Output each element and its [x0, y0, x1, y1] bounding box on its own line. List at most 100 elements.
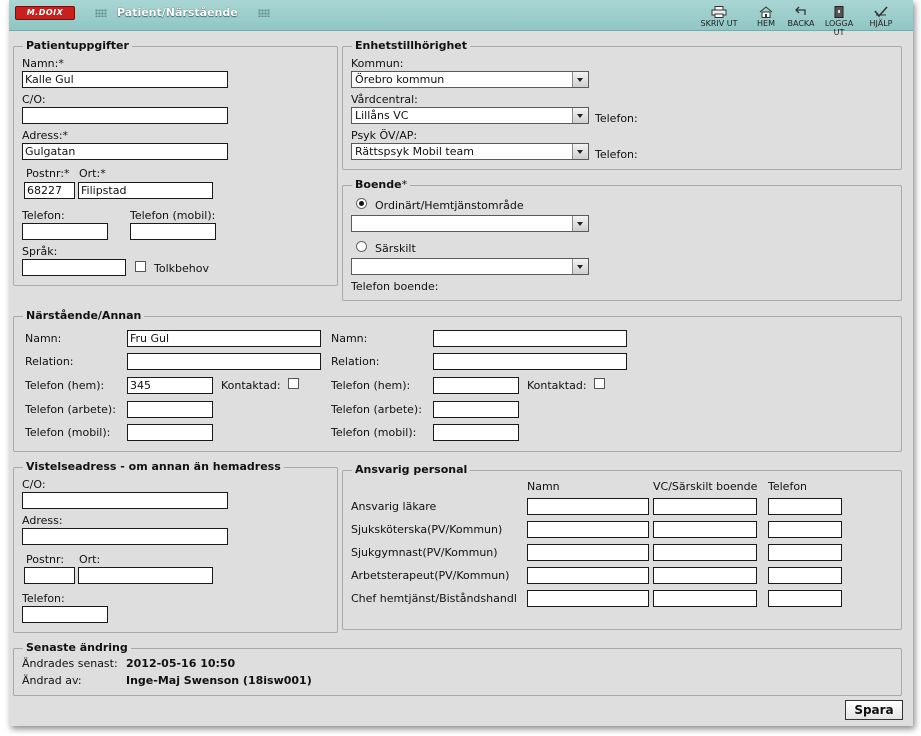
- relative1-work-phone-input[interactable]: [127, 401, 213, 418]
- staff-name-input[interactable]: [527, 590, 649, 607]
- logout-label: LOGGA UT: [824, 19, 854, 37]
- visiting-phone-input[interactable]: [22, 606, 108, 623]
- relative1-name-label: Namn:: [25, 332, 62, 345]
- patient-address-input[interactable]: [22, 143, 228, 160]
- staff-phone-input[interactable]: [768, 590, 842, 607]
- visiting-co-label: C/O:: [22, 478, 46, 491]
- patient-ort-label: Ort:*: [79, 167, 106, 180]
- relative2-mobile-input[interactable]: [433, 424, 519, 441]
- visiting-postnr-input[interactable]: [24, 567, 75, 584]
- chevron-down-icon[interactable]: [572, 216, 588, 231]
- staff-unit-input[interactable]: [653, 498, 757, 515]
- vardcentral-value: Lillåns VC: [355, 109, 409, 122]
- back-label: BACKA: [787, 19, 815, 28]
- grip-icon: [95, 9, 107, 17]
- staff-row-role: Chef hemtjänst/Biståndshandl: [351, 592, 517, 605]
- staff-unit-input[interactable]: [653, 521, 757, 538]
- interpreter-checkbox[interactable]: [135, 261, 146, 272]
- relative2-relation-label: Relation:: [331, 355, 380, 368]
- relative1-name-input[interactable]: [127, 330, 321, 347]
- patient-phone-label: Telefon:: [22, 209, 65, 222]
- grip-icon: [258, 9, 270, 17]
- housing-phone-label: Telefon boende:: [351, 280, 439, 293]
- relative1-home-phone-input[interactable]: [127, 377, 213, 394]
- patient-ort-input[interactable]: [78, 182, 213, 199]
- staff-name-input[interactable]: [527, 567, 649, 584]
- chevron-down-icon[interactable]: [572, 144, 588, 159]
- relative2-home-phone-input[interactable]: [433, 377, 519, 394]
- staff-phone-input[interactable]: [768, 567, 842, 584]
- psyk-select[interactable]: Rättspsyk Mobil team: [351, 143, 589, 160]
- staff-name-input[interactable]: [527, 521, 649, 538]
- staff-name-input[interactable]: [527, 544, 649, 561]
- relative2-contacted-label: Kontaktad:: [527, 379, 587, 392]
- visiting-co-input[interactable]: [22, 492, 228, 509]
- vardcentral-select[interactable]: Lillåns VC: [351, 107, 589, 124]
- relative2-contacted-checkbox[interactable]: [594, 378, 605, 389]
- staff-phone-input[interactable]: [768, 521, 842, 538]
- app-logo[interactable]: M.DOIX: [15, 6, 75, 20]
- staff-row-role: Sjukgymnast(PV/Kommun): [351, 546, 498, 559]
- staff-phone-input[interactable]: [768, 498, 842, 515]
- psyk-value: Rättspsyk Mobil team: [355, 145, 474, 158]
- relative1-relation-input[interactable]: [127, 353, 321, 370]
- chevron-down-icon[interactable]: [572, 259, 588, 274]
- help-button[interactable]: HJÄLP: [861, 6, 901, 28]
- special-housing-select[interactable]: [351, 258, 589, 275]
- chevron-down-icon[interactable]: [572, 72, 588, 87]
- patient-legend: Patientuppgifter: [23, 39, 132, 52]
- visiting-ort-input[interactable]: [78, 567, 213, 584]
- patient-language-input[interactable]: [22, 259, 126, 276]
- vardcentral-label: Vårdcentral:: [351, 93, 418, 106]
- relative1-contacted-checkbox[interactable]: [288, 378, 299, 389]
- patient-phone-input[interactable]: [22, 223, 108, 240]
- staff-unit-input[interactable]: [653, 544, 757, 561]
- kommun-select[interactable]: Örebro kommun: [351, 71, 589, 88]
- ordinary-housing-radio[interactable]: [356, 198, 367, 209]
- staff-unit-input[interactable]: [653, 567, 757, 584]
- staff-name-input[interactable]: [527, 498, 649, 515]
- logout-icon: [834, 6, 844, 18]
- relative2-name-input[interactable]: [433, 330, 627, 347]
- kommun-label: Kommun:: [351, 57, 404, 70]
- relative1-contacted-label: Kontaktad:: [221, 379, 281, 392]
- changed-value: 2012-05-16 10:50: [126, 657, 236, 670]
- visiting-phone-label: Telefon:: [22, 592, 65, 605]
- staff-phone-input[interactable]: [768, 544, 842, 561]
- patient-address-label: Adress:*: [22, 129, 69, 142]
- special-housing-radio[interactable]: [356, 241, 367, 252]
- home-button[interactable]: HEM: [746, 6, 786, 28]
- print-button[interactable]: SKRIV UT: [699, 6, 739, 28]
- psyk-phone-label: Telefon:: [595, 148, 638, 161]
- ordinary-housing-label: Ordinärt/Hemtjänstområde: [375, 199, 524, 212]
- relative2-name-label: Namn:: [331, 332, 368, 345]
- logout-button[interactable]: LOGGA UT: [819, 6, 859, 37]
- relative2-home-phone-label: Telefon (hem):: [331, 379, 411, 392]
- patient-mobile-input[interactable]: [130, 223, 216, 240]
- last-change-fieldset: Senaste ändring: [13, 641, 902, 696]
- patient-name-label: Namn:*: [22, 57, 64, 70]
- staff-col-name-header: Namn: [527, 480, 560, 493]
- patient-name-input[interactable]: [22, 71, 228, 88]
- patient-co-input[interactable]: [22, 107, 228, 124]
- application-window: M.DOIX Patient/Närstående SKRIV UT HEM B…: [9, 0, 913, 726]
- relative2-relation-input[interactable]: [433, 353, 627, 370]
- visiting-address-input[interactable]: [22, 528, 228, 545]
- relative1-mobile-input[interactable]: [127, 424, 213, 441]
- patient-postnr-input[interactable]: [24, 182, 75, 199]
- unit-legend: Enhetstillhörighet: [352, 39, 471, 52]
- save-button[interactable]: Spara: [845, 700, 903, 720]
- changed-by-value: Inge-Maj Swenson (18isw001): [126, 674, 312, 687]
- housing-legend: Boende*: [352, 178, 411, 191]
- patient-mobile-label: Telefon (mobil):: [130, 209, 216, 222]
- staff-unit-input[interactable]: [653, 590, 757, 607]
- relative2-work-phone-label: Telefon (arbete):: [331, 403, 422, 416]
- relative2-mobile-label: Telefon (mobil):: [331, 426, 417, 439]
- staff-legend: Ansvarig personal: [352, 463, 471, 476]
- ordinary-housing-select[interactable]: [351, 215, 589, 232]
- chevron-down-icon[interactable]: [572, 108, 588, 123]
- back-arrow-icon: [795, 6, 806, 15]
- relative2-work-phone-input[interactable]: [433, 401, 519, 418]
- visiting-legend: Vistelseadress - om annan än hemadress: [23, 460, 284, 473]
- back-button[interactable]: BACKA: [781, 6, 821, 28]
